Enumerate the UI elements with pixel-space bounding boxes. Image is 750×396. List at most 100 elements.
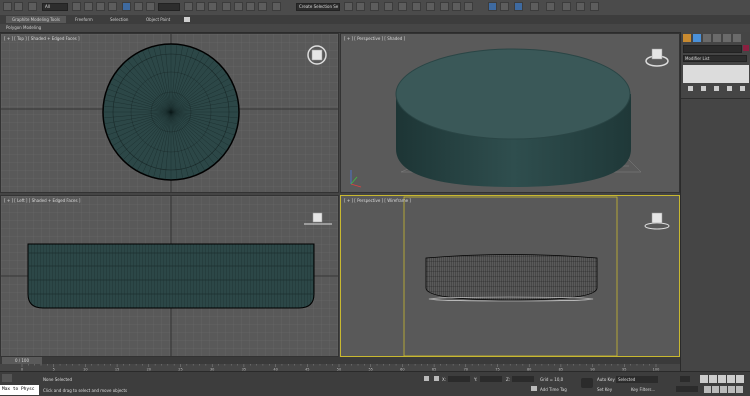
object-name-field[interactable] [683, 45, 742, 53]
viewport-perspective-wireframe[interactable]: [ + ] [ Perspective ] [ Wireframe ] [340, 195, 680, 357]
viewport-left[interactable]: [ + ] [ Left ] [ Shaded + Edged Faces ] [0, 195, 339, 357]
next-frame-icon[interactable] [727, 375, 735, 383]
schematic-view-icon[interactable] [412, 2, 421, 11]
select-by-name-icon[interactable] [84, 2, 93, 11]
select-move-icon[interactable] [122, 2, 131, 11]
graphite-toggle-icon[interactable] [384, 2, 393, 11]
rotate-icon[interactable] [134, 2, 143, 11]
render-teapot-icon[interactable] [464, 2, 473, 11]
viewport-top[interactable]: [ + ] [ Top ] [ Shaded + Edged Faces ] [0, 33, 339, 193]
tab-freeform[interactable]: Freeform [75, 16, 93, 23]
y-coord-field[interactable] [480, 376, 502, 382]
key-mode-icon[interactable] [581, 378, 593, 388]
mesh-left-view [27, 243, 315, 309]
pan-icon[interactable] [720, 386, 727, 393]
pin-stack-icon[interactable] [687, 86, 693, 91]
viewport-layout-icon[interactable] [488, 2, 497, 11]
set-key-mode-icon[interactable] [680, 376, 690, 382]
scale-icon[interactable] [146, 2, 155, 11]
percent-snap-icon[interactable] [246, 2, 255, 11]
motion-tab-icon[interactable] [713, 34, 721, 42]
make-unique-icon[interactable] [713, 86, 719, 91]
ref-coord-dropdown[interactable] [158, 3, 180, 11]
zoom-all-icon[interactable] [712, 386, 719, 393]
axis-xy-icon[interactable] [576, 2, 585, 11]
material-editor-icon[interactable] [426, 2, 435, 11]
utilities-tab-icon[interactable] [733, 34, 741, 42]
auto-key-button[interactable]: Auto Key [597, 377, 615, 382]
select-object-icon[interactable] [72, 2, 81, 11]
remove-modifier-icon[interactable] [726, 86, 732, 91]
configure-sets-icon[interactable] [739, 86, 745, 91]
auto-key-filter-dropdown[interactable]: Selected [616, 376, 658, 383]
named-selection-dropdown[interactable]: Create Selection Se [296, 3, 340, 11]
tab-graphite-modeling[interactable]: Graphite Modeling Tools [6, 16, 67, 23]
link-icon[interactable] [28, 2, 37, 11]
orbit-icon[interactable] [728, 386, 735, 393]
window-crossing-icon[interactable] [108, 2, 117, 11]
go-to-start-icon[interactable] [700, 375, 708, 383]
axis-x-icon[interactable] [530, 2, 539, 11]
axis-constraint-icon[interactable] [514, 2, 523, 11]
curve-editor-icon[interactable] [398, 2, 407, 11]
absolute-mode-icon[interactable] [434, 376, 439, 381]
viewcube-perspective-icon[interactable] [645, 48, 669, 67]
keyboard-shortcut-icon[interactable] [208, 2, 217, 11]
go-to-end-icon[interactable] [736, 375, 744, 383]
key-filters-button[interactable]: Key Filters... [631, 387, 655, 392]
maximize-viewport-icon[interactable] [736, 386, 743, 393]
previous-frame-icon[interactable] [709, 375, 717, 383]
snap-toggle-icon[interactable] [500, 2, 509, 11]
layer-manager-icon[interactable] [370, 2, 379, 11]
tab-object-paint[interactable]: Object Paint [146, 16, 170, 23]
rendered-frame-icon[interactable] [452, 2, 461, 11]
axis-yz-icon[interactable] [590, 2, 599, 11]
modifier-stack[interactable] [683, 65, 749, 83]
axis-y-icon[interactable] [546, 2, 555, 11]
select-manipulate-icon[interactable] [196, 2, 205, 11]
object-color-swatch[interactable] [743, 45, 749, 51]
viewport-perspective-label[interactable]: [ + ] [ Perspective ] [ Shaded ] [344, 36, 405, 41]
zoom-icon[interactable] [704, 386, 711, 393]
set-key-button[interactable]: Set Key [597, 387, 612, 392]
spinner-snap-icon[interactable] [258, 2, 267, 11]
ribbon-toggle-icon[interactable] [184, 17, 190, 22]
selection-filter-dropdown[interactable]: All [42, 3, 68, 11]
display-tab-icon[interactable] [723, 34, 731, 42]
edit-named-sets-icon[interactable] [272, 2, 281, 11]
x-coord-field[interactable] [448, 376, 470, 382]
viewport-left-label[interactable]: [ + ] [ Left ] [ Shaded + Edged Faces ] [4, 198, 80, 203]
timeline[interactable]: 0 / 100 0 5 10 15 20 25 30 35 40 45 50 55 60 65 70 75 80… [0, 357, 680, 371]
modify-tab-icon[interactable] [693, 34, 701, 42]
viewcube-wireframe-icon[interactable] [644, 212, 670, 230]
rect-selection-icon[interactable] [96, 2, 105, 11]
time-slider[interactable]: 0 / 100 [2, 357, 42, 364]
angle-snap-icon[interactable] [234, 2, 243, 11]
redo-icon[interactable] [14, 2, 23, 11]
viewport-top-label[interactable]: [ + ] [ Top ] [ Shaded + Edged Faces ] [4, 36, 80, 41]
time-tag-icon[interactable] [531, 386, 537, 391]
viewport-perspective[interactable]: [ + ] [ Perspective ] [ Shaded ] [340, 33, 680, 193]
lock-selection-icon[interactable] [424, 376, 429, 381]
axis-z-icon[interactable] [562, 2, 571, 11]
render-setup-icon[interactable] [440, 2, 449, 11]
snap-3d-icon[interactable] [222, 2, 231, 11]
viewport-wireframe-label[interactable]: [ + ] [ Perspective ] [ Wireframe ] [344, 198, 411, 203]
z-coord-field[interactable] [512, 376, 534, 382]
mini-listener-icon[interactable] [2, 374, 12, 382]
create-tab-icon[interactable] [683, 34, 691, 42]
hierarchy-tab-icon[interactable] [703, 34, 711, 42]
time-slider-track[interactable]: 0 / 100 [0, 357, 680, 364]
tab-selection[interactable]: Selection [110, 16, 128, 23]
undo-icon[interactable] [3, 2, 12, 11]
pivot-icon[interactable] [184, 2, 193, 11]
modifier-list-dropdown[interactable]: Modifier List [683, 55, 747, 62]
add-time-tag[interactable]: Add Time Tag [540, 387, 567, 392]
polygon-modeling-label[interactable]: Polygon Modeling [6, 24, 41, 31]
show-end-result-icon[interactable] [700, 86, 706, 91]
maxscript-listener[interactable]: Max to Physc [0, 385, 39, 395]
align-icon[interactable] [356, 2, 365, 11]
current-frame-field[interactable] [676, 386, 698, 392]
play-icon[interactable] [718, 375, 726, 383]
mirror-icon[interactable] [344, 2, 353, 11]
